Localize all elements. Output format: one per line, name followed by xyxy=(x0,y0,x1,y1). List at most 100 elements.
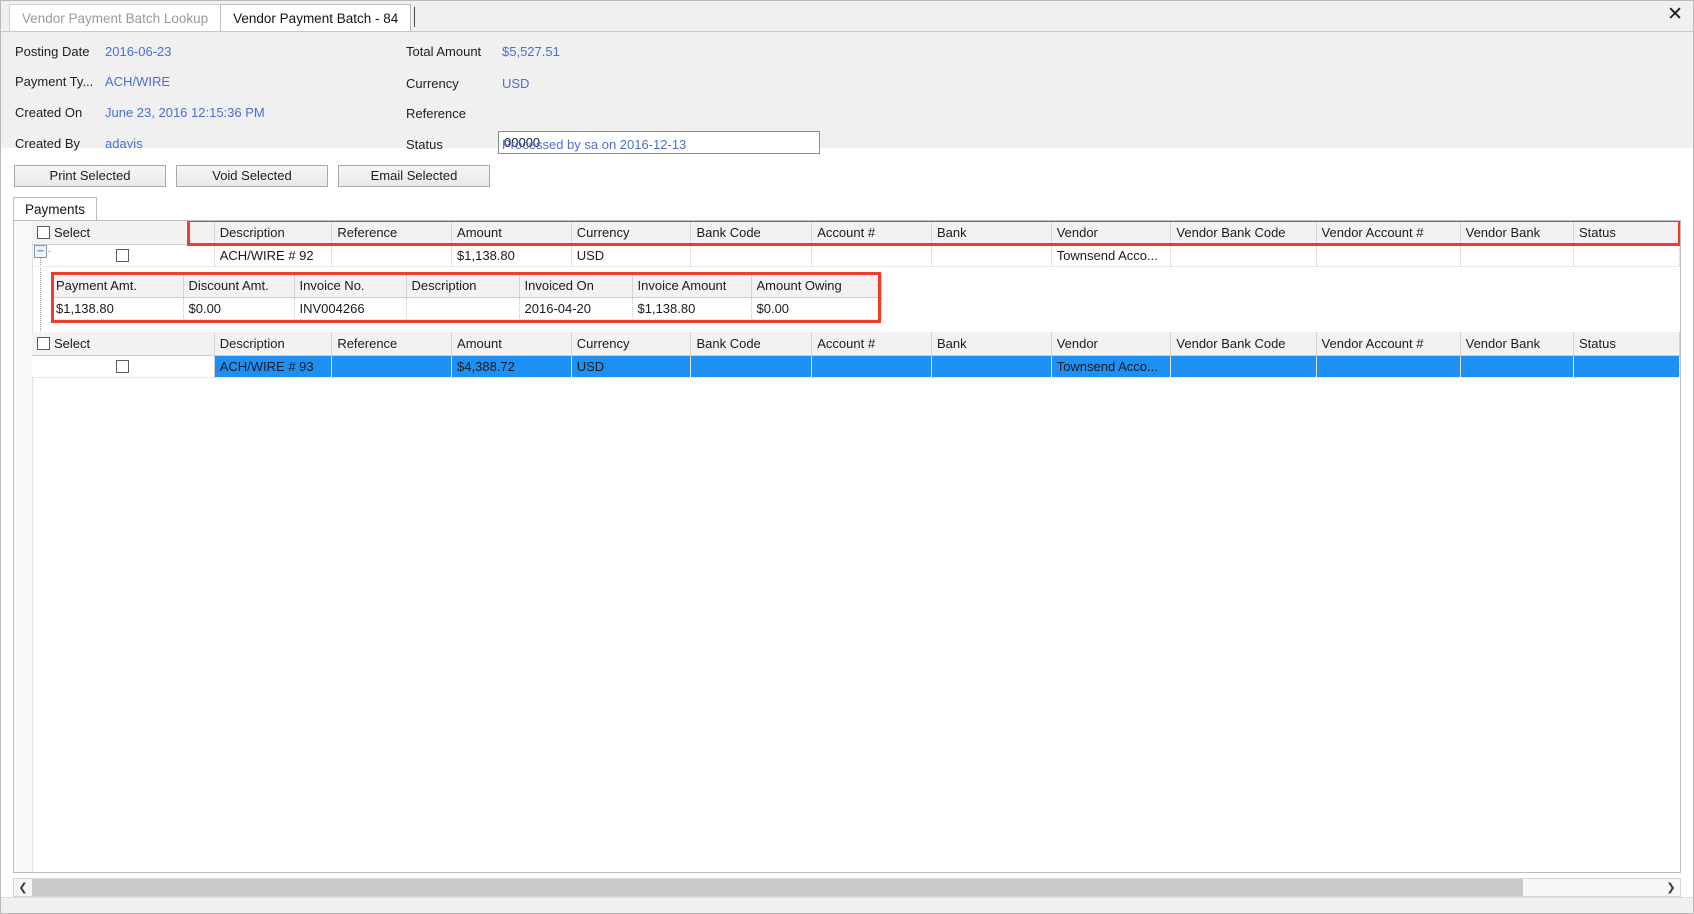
payments-grid: − + Select Description xyxy=(13,220,1681,873)
horizontal-scrollbar[interactable]: ❮ ❯ xyxy=(13,878,1681,897)
cell-amount: $1,138.80 xyxy=(451,244,572,267)
column-header-amount-owing[interactable]: Amount Owing xyxy=(751,274,882,298)
column-header-vendor-account-no[interactable]: Vendor Account # xyxy=(1316,332,1461,356)
table-row[interactable]: ACH/WIRE # 93 $4,388.72 USD Townsend Acc… xyxy=(32,355,1680,378)
cell-invoice-no: INV004266 xyxy=(294,297,407,320)
cell-discount-amt: $0.00 xyxy=(183,297,295,320)
column-header-vendor-bank-code[interactable]: Vendor Bank Code xyxy=(1170,332,1317,356)
cell-reference xyxy=(331,355,453,378)
select-all-checkbox[interactable] xyxy=(37,225,50,239)
column-header-vendor-bank[interactable]: Vendor Bank xyxy=(1460,221,1574,245)
column-header-bank[interactable]: Bank xyxy=(931,221,1052,245)
cell-reference xyxy=(331,244,453,267)
column-header-label: Select xyxy=(54,335,91,351)
created-on-value: June 23, 2016 12:15:36 PM xyxy=(105,105,265,120)
column-header-vendor-account-no[interactable]: Vendor Account # xyxy=(1316,221,1461,245)
cell-currency: USD xyxy=(571,244,692,267)
tab-label: Vendor Payment Batch - 84 xyxy=(233,11,399,26)
cell-bank xyxy=(931,244,1052,267)
posting-date-value: 2016-06-23 xyxy=(105,44,172,59)
column-header-select[interactable]: Select xyxy=(32,221,215,245)
column-header-vendor-bank[interactable]: Vendor Bank xyxy=(1460,332,1574,356)
posting-date-label: Posting Date xyxy=(15,44,90,59)
scroll-left-icon[interactable]: ❮ xyxy=(14,879,32,896)
currency-label: Currency xyxy=(406,76,459,91)
row-checkbox[interactable] xyxy=(116,248,130,262)
cell-vendor-bank-code xyxy=(1170,244,1317,267)
close-icon[interactable]: ✕ xyxy=(1667,5,1683,24)
column-header-bank[interactable]: Bank xyxy=(931,332,1052,356)
column-header-bank-code[interactable]: Bank Code xyxy=(690,221,813,245)
column-header-status[interactable]: Status xyxy=(1573,332,1680,356)
cell-currency: USD xyxy=(571,355,692,378)
cell-payment-amt: $1,138.80 xyxy=(51,297,184,320)
grid-header-secondary: Select Description Reference Amount Curr… xyxy=(32,332,1680,378)
cell-amount-owing: $0.00 xyxy=(751,297,882,320)
row-select-cell[interactable] xyxy=(32,244,215,267)
tab-label: Vendor Payment Batch Lookup xyxy=(22,11,209,26)
cell-vendor-bank xyxy=(1460,355,1574,378)
column-header-amount[interactable]: Amount xyxy=(451,221,572,245)
column-header-currency[interactable]: Currency xyxy=(571,221,692,245)
detail-header-row: Payment Amt. Discount Amt. Invoice No. D… xyxy=(51,274,882,298)
column-header-description[interactable]: Description xyxy=(214,332,333,356)
column-header-vendor-bank-code[interactable]: Vendor Bank Code xyxy=(1170,221,1317,245)
total-amount-label: Total Amount xyxy=(406,44,482,59)
cell-description: ACH/WIRE # 93 xyxy=(214,355,333,378)
cell-bank-code xyxy=(690,244,813,267)
column-header-reference[interactable]: Reference xyxy=(331,332,453,356)
row-checkbox[interactable] xyxy=(116,359,130,373)
reference-label: Reference xyxy=(406,106,466,121)
column-header-vendor[interactable]: Vendor xyxy=(1051,221,1172,245)
invoice-detail-grid: Payment Amt. Discount Amt. Invoice No. D… xyxy=(51,274,882,320)
cell-detail-description xyxy=(406,297,520,320)
created-by-value: adavis xyxy=(105,136,143,151)
column-header-invoiced-on[interactable]: Invoiced On xyxy=(519,274,633,298)
cell-account-no xyxy=(811,355,932,378)
cell-amount: $4,388.72 xyxy=(451,355,572,378)
column-header-invoice-no[interactable]: Invoice No. xyxy=(294,274,407,298)
cell-vendor-account-no xyxy=(1316,244,1461,267)
application-window: Vendor Payment Batch Lookup Vendor Payme… xyxy=(0,0,1694,914)
email-selected-button[interactable]: Email Selected xyxy=(338,165,490,187)
table-row[interactable]: $1,138.80 $0.00 INV004266 2016-04-20 $1,… xyxy=(51,297,882,320)
cell-vendor-account-no xyxy=(1316,355,1461,378)
payment-type-label: Payment Ty... xyxy=(15,74,94,89)
cell-account-no xyxy=(811,244,932,267)
column-header-invoice-amount[interactable]: Invoice Amount xyxy=(632,274,752,298)
scroll-right-icon[interactable]: ❯ xyxy=(1662,879,1680,896)
select-all-checkbox[interactable] xyxy=(37,336,50,350)
created-by-label: Created By xyxy=(15,136,81,151)
cell-bank xyxy=(931,355,1052,378)
column-header-amount[interactable]: Amount xyxy=(451,332,572,356)
column-header-reference[interactable]: Reference xyxy=(331,221,453,245)
cell-description: ACH/WIRE # 92 xyxy=(214,244,333,267)
print-selected-button[interactable]: Print Selected xyxy=(14,165,166,187)
column-header-account-no[interactable]: Account # xyxy=(811,332,932,356)
column-header-discount-amt[interactable]: Discount Amt. xyxy=(183,274,295,298)
cell-vendor: Townsend Acco... xyxy=(1051,244,1172,267)
tab-vendor-payment-batch-84[interactable]: Vendor Payment Batch - 84 xyxy=(220,4,412,31)
column-header-select[interactable]: Select xyxy=(32,332,215,356)
table-row[interactable]: ACH/WIRE # 92 $1,138.80 USD Townsend Acc… xyxy=(32,244,1680,267)
row-select-cell[interactable] xyxy=(32,355,215,378)
column-header-description[interactable]: Description xyxy=(214,221,333,245)
cell-vendor-bank-code xyxy=(1170,355,1317,378)
cell-status xyxy=(1573,244,1680,267)
column-header-status[interactable]: Status xyxy=(1573,221,1680,245)
scrollbar-thumb[interactable] xyxy=(32,879,1524,896)
tab-payments[interactable]: Payments xyxy=(13,197,98,221)
column-header-vendor[interactable]: Vendor xyxy=(1051,332,1172,356)
column-header-account-no[interactable]: Account # xyxy=(811,221,932,245)
column-header-bank-code[interactable]: Bank Code xyxy=(690,332,813,356)
sub-tab-strip: Payments xyxy=(13,197,98,221)
tab-vendor-payment-batch-lookup[interactable]: Vendor Payment Batch Lookup xyxy=(9,4,222,31)
sub-tab-label: Payments xyxy=(25,202,86,217)
column-header-payment-amt[interactable]: Payment Amt. xyxy=(51,274,184,298)
column-header-detail-description[interactable]: Description xyxy=(406,274,520,298)
scrollbar-track[interactable] xyxy=(32,879,1662,896)
column-header-currency[interactable]: Currency xyxy=(571,332,692,356)
void-selected-button[interactable]: Void Selected xyxy=(176,165,328,187)
cell-vendor: Townsend Acco... xyxy=(1051,355,1172,378)
status-value: Processed by sa on 2016-12-13 xyxy=(502,137,687,152)
